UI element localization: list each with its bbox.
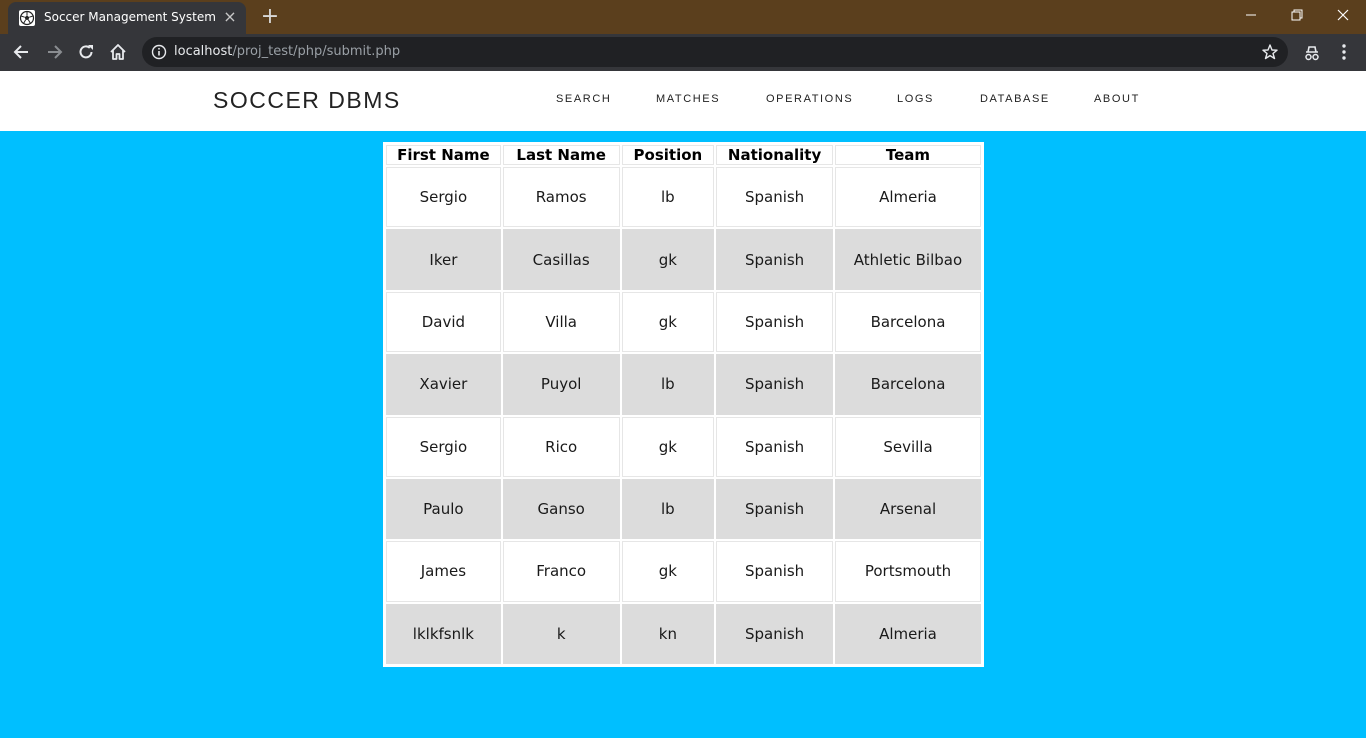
url-text[interactable]: localhost/proj_test/php/submit.php [174, 44, 400, 59]
table-row: Sergio Ramos lb Spanish Almeria [386, 167, 981, 228]
nav-link-logs[interactable]: LOGS [897, 93, 934, 105]
kebab-menu-icon[interactable] [1334, 42, 1354, 62]
players-table: First Name Last Name Position Nationalit… [384, 143, 983, 666]
forward-arrow-icon[interactable] [44, 42, 64, 62]
cell-first-name: David [386, 291, 501, 353]
browser-tab[interactable]: Soccer Management System × [8, 2, 246, 34]
cell-first-name: lklkfsnlk [386, 603, 501, 664]
reload-icon[interactable] [76, 42, 96, 62]
browser-toolbar: localhost/proj_test/php/submit.php [0, 34, 1366, 71]
cell-first-name: Sergio [386, 416, 501, 477]
cell-nationality: Spanish [716, 416, 833, 477]
table-row: David Villa gk Spanish Barcelona [386, 291, 981, 353]
close-window-icon[interactable] [1331, 5, 1355, 25]
back-arrow-icon[interactable] [12, 42, 32, 62]
cell-nationality: Spanish [716, 541, 833, 602]
column-header-position: Position [621, 145, 715, 165]
cell-nationality: Spanish [716, 291, 833, 353]
nav-link-about[interactable]: ABOUT [1094, 93, 1140, 105]
restore-icon[interactable] [1285, 5, 1309, 25]
soccer-ball-icon [19, 10, 35, 26]
column-header-last-name: Last Name [502, 145, 620, 165]
nav-link-search[interactable]: SEARCH [556, 93, 611, 105]
table-row: James Franco gk Spanish Portsmouth [386, 541, 981, 602]
cell-nationality: Spanish [716, 478, 833, 540]
cell-position: kn [621, 603, 715, 664]
column-header-nationality: Nationality [716, 145, 833, 165]
cell-position: gk [621, 229, 715, 290]
table-row: Iker Casillas gk Spanish Athletic Bilbao [386, 229, 981, 290]
cell-last-name: Ganso [502, 478, 620, 540]
cell-position: lb [621, 354, 715, 415]
cell-first-name: Iker [386, 229, 501, 290]
cell-last-name: Villa [502, 291, 620, 353]
cell-position: lb [621, 478, 715, 540]
table-header-row: First Name Last Name Position Nationalit… [386, 145, 981, 165]
minimize-icon[interactable] [1239, 5, 1263, 25]
cell-last-name: Ramos [502, 167, 620, 228]
table-row: Sergio Rico gk Spanish Sevilla [386, 416, 981, 477]
cell-team: Barcelona [834, 354, 981, 415]
url-path: /proj_test/php/submit.php [232, 44, 401, 59]
browser-titlebar: Soccer Management System × + [0, 0, 1366, 34]
cell-nationality: Spanish [716, 229, 833, 290]
incognito-extension-icon[interactable] [1302, 43, 1322, 63]
home-icon[interactable] [108, 42, 128, 62]
cell-first-name: James [386, 541, 501, 602]
cell-first-name: Paulo [386, 478, 501, 540]
site-brand[interactable]: SOCCER DBMS [213, 87, 401, 114]
column-header-team: Team [834, 145, 981, 165]
column-header-first-name: First Name [386, 145, 501, 165]
site-header: SOCCER DBMS SEARCH MATCHES OPERATIONS LO… [0, 71, 1366, 131]
table-row: Xavier Puyol lb Spanish Barcelona [386, 354, 981, 415]
cell-team: Arsenal [834, 478, 981, 540]
cell-team: Athletic Bilbao [834, 229, 981, 290]
cell-team: Portsmouth [834, 541, 981, 602]
cell-position: lb [621, 167, 715, 228]
cell-team: Barcelona [834, 291, 981, 353]
nav-link-operations[interactable]: OPERATIONS [766, 93, 853, 105]
cell-last-name: Franco [502, 541, 620, 602]
table-row: Paulo Ganso lb Spanish Arsenal [386, 478, 981, 540]
nav-link-database[interactable]: DATABASE [980, 93, 1050, 105]
cell-position: gk [621, 541, 715, 602]
cell-first-name: Sergio [386, 167, 501, 228]
cell-last-name: Casillas [502, 229, 620, 290]
nav-link-matches[interactable]: MATCHES [656, 93, 720, 105]
address-bar[interactable]: localhost/proj_test/php/submit.php [142, 37, 1288, 67]
url-host: localhost [174, 44, 233, 59]
cell-position: gk [621, 291, 715, 353]
cell-last-name: k [502, 603, 620, 664]
players-table-container: First Name Last Name Position Nationalit… [383, 142, 984, 667]
cell-position: gk [621, 416, 715, 477]
tab-close-icon[interactable]: × [222, 9, 238, 25]
cell-nationality: Spanish [716, 603, 833, 664]
cell-nationality: Spanish [716, 167, 833, 228]
new-tab-icon[interactable]: + [259, 6, 281, 28]
cell-team: Sevilla [834, 416, 981, 477]
cell-last-name: Puyol [502, 354, 620, 415]
cell-nationality: Spanish [716, 354, 833, 415]
cell-team: Almeria [834, 603, 981, 664]
cell-first-name: Xavier [386, 354, 501, 415]
bookmark-star-icon[interactable] [1261, 43, 1279, 61]
cell-last-name: Rico [502, 416, 620, 477]
tab-title: Soccer Management System [44, 10, 216, 24]
table-row: lklkfsnlk k kn Spanish Almeria [386, 603, 981, 664]
cell-team: Almeria [834, 167, 981, 228]
info-icon[interactable] [151, 44, 167, 60]
